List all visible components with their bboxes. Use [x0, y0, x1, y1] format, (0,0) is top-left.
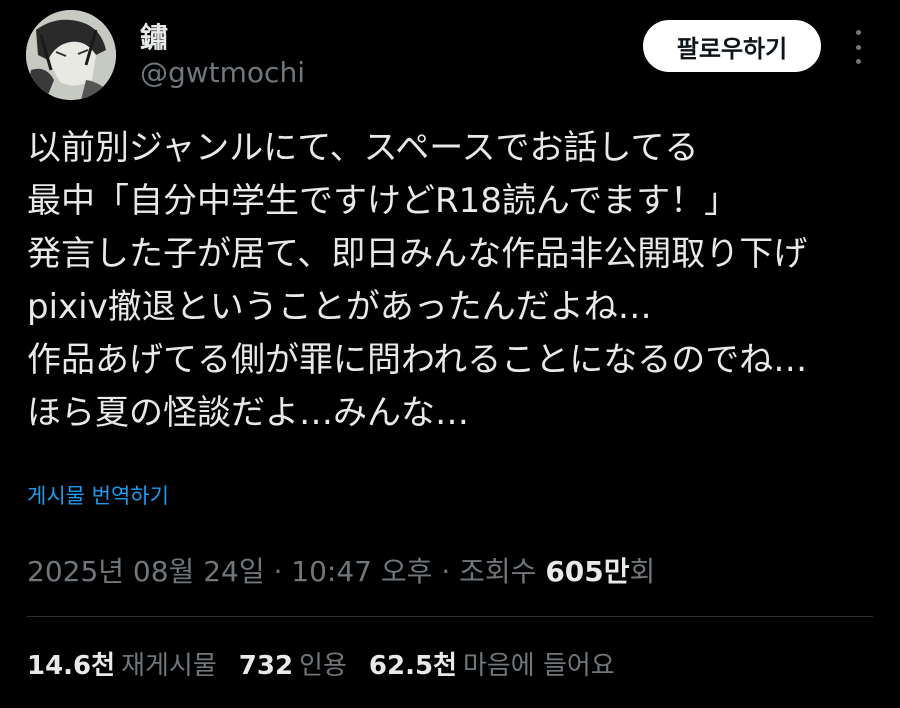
dot [855, 30, 861, 35]
views-label: 조회수 [459, 555, 546, 588]
tweet-line: pixiv撤退ということがあったんだよね… [27, 287, 652, 327]
divider [27, 616, 873, 617]
follow-button[interactable]: 팔로우하기 [643, 20, 821, 72]
tweet-line: ほら夏の怪談だよ…みんな… [27, 393, 469, 433]
display-name[interactable]: 鏽 [140, 16, 168, 56]
reposts-stat[interactable]: 14.6천 재게시물 [27, 645, 217, 682]
quotes-stat[interactable]: 732 인용 [239, 645, 347, 682]
views-count: 605만 [545, 555, 630, 588]
quotes-label: 인용 [299, 651, 347, 681]
engagement-stats: 14.6천 재게시물 732 인용 62.5천 마음에 들어요 [27, 645, 615, 682]
user-handle[interactable]: @gwtmochi [140, 56, 305, 89]
dot [855, 59, 861, 64]
reposts-count: 14.6천 [27, 651, 116, 681]
tweet-line: 最中「自分中学生ですけどR18読んでます！」 [27, 181, 739, 221]
tweet-line: 以前別ジャンルにて、スペースでお話してる [27, 128, 699, 168]
tweet-text: 以前別ジャンルにて、スペースでお話してる 最中「自分中学生ですけどR18読んでま… [27, 122, 887, 440]
quotes-count: 732 [238, 651, 294, 681]
likes-count: 62.5천 [368, 651, 457, 681]
tweet-metadata: 2025년 08월 24일 · 10:47 오후 · 조회수 605만회 [27, 550, 655, 590]
avatar-illustration [26, 10, 116, 100]
avatar[interactable] [26, 10, 116, 100]
more-options-icon[interactable] [846, 30, 870, 64]
likes-label: 마음에 들어요 [462, 651, 615, 681]
timestamp[interactable]: 2025년 08월 24일 · 10:47 오후 [27, 555, 432, 588]
translate-post-link[interactable]: 게시물 번역하기 [27, 480, 169, 510]
reposts-label: 재게시물 [121, 651, 217, 681]
views-suffix: 회 [629, 555, 656, 588]
tweet-line: 発言した子が居て、即日みんな作品非公開取り下げ [27, 234, 808, 274]
tweet-line: 作品あげてる側が罪に問われることになるのでね… [27, 340, 808, 380]
likes-stat[interactable]: 62.5천 마음에 들어요 [369, 645, 615, 682]
dot [855, 44, 861, 50]
meta-separator: · [432, 555, 460, 588]
